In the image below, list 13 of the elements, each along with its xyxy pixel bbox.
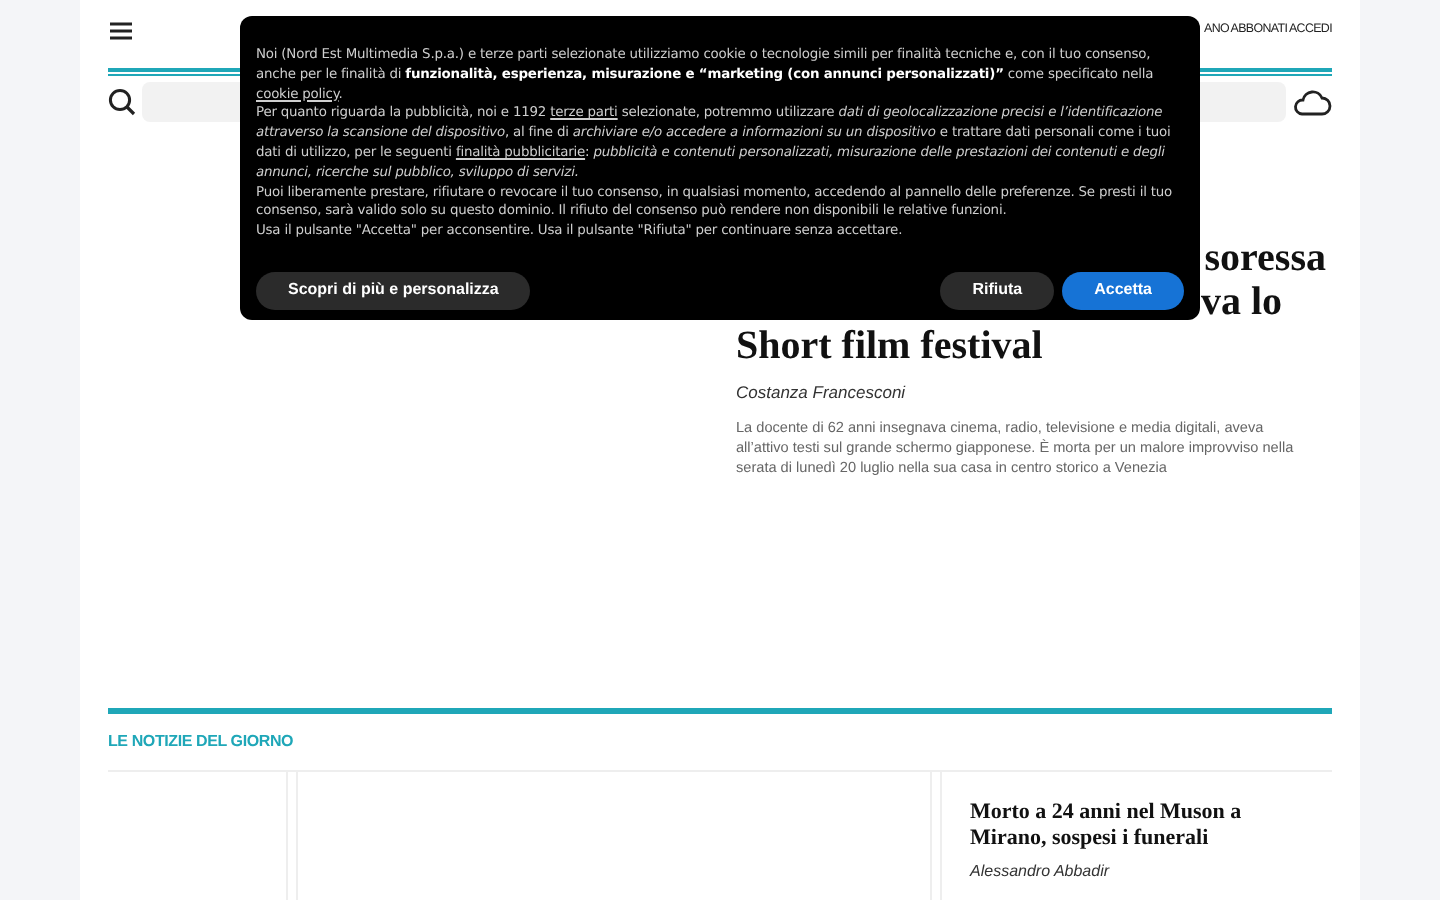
menu-icon[interactable]	[110, 21, 132, 39]
cloud-icon[interactable]	[1292, 88, 1332, 116]
article-author: Costanza Francesconi	[736, 380, 908, 406]
article-headline[interactable]: soressa	[1204, 236, 1326, 280]
consent-button[interactable]: Rifiuta	[940, 271, 1055, 310]
search-icon[interactable]	[108, 88, 136, 116]
card-headline[interactable]: Morto a 24 anni nel Muson a Mirano, sospesi i funerali	[970, 800, 1250, 852]
consent-button[interactable]: Scopri di più e personalizza	[256, 271, 531, 310]
card-author: Alessandro Abbadir	[970, 860, 1112, 884]
accept-button[interactable]: Accetta	[1062, 271, 1184, 310]
article-headline[interactable]: Short film festival	[736, 324, 1320, 368]
section-title: LE NOTIZIE DEL GIORNO	[108, 730, 296, 754]
article-headline[interactable]: va lo	[1200, 280, 1282, 324]
